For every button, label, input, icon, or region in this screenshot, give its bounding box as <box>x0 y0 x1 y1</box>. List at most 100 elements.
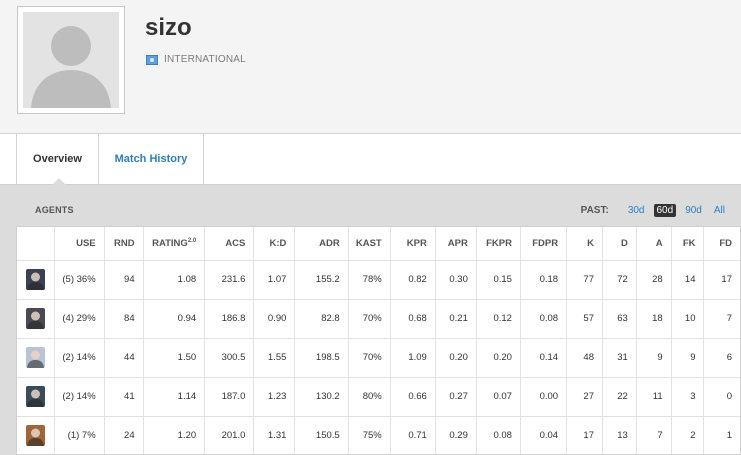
table-row: (2) 14% 41 1.14 187.0 1.23 130.2 80% 0.66 0.27 0.… <box>17 377 740 417</box>
table-row: (2) 14% 44 1.50 300.5 1.55 198.5 70% 1.09 0.20 0.… <box>17 338 740 378</box>
cell-kast: 70% <box>348 299 391 339</box>
cell-fk: 10 <box>671 299 705 339</box>
col-acs[interactable]: ACS <box>204 227 255 261</box>
col-d[interactable]: D <box>602 227 637 261</box>
cell-rnd: 94 <box>104 260 144 300</box>
cell-rnd: 44 <box>104 338 144 378</box>
col-rating-label: RATING <box>152 237 188 249</box>
col-fk[interactable]: FK <box>671 227 705 261</box>
cell-fk: 9 <box>671 338 705 378</box>
agent-portrait-1-icon <box>26 269 46 290</box>
cell-kast: 75% <box>348 416 391 454</box>
cell-fdpr: 0.00 <box>520 377 568 417</box>
cell-fd: 0 <box>703 377 740 417</box>
cell-use: (1) 7% <box>54 416 105 454</box>
cell-rnd: 41 <box>104 377 144 417</box>
cell-apr: 0.20 <box>435 338 477 378</box>
cell-fdpr: 0.08 <box>520 299 568 339</box>
table-row: (4) 29% 84 0.94 186.8 0.90 82.8 70% 0.68 0.21 0.1… <box>17 299 740 339</box>
cell-fk: 14 <box>671 260 705 300</box>
cell-d: 13 <box>602 416 637 454</box>
player-country: INTERNATIONAL <box>146 54 246 65</box>
cell-d: 31 <box>602 338 637 378</box>
col-fdpr[interactable]: FDPR <box>520 227 568 261</box>
tab-match-history[interactable]: Match History <box>99 134 204 184</box>
cell-fd: 17 <box>703 260 740 300</box>
cell-fdpr: 0.18 <box>520 260 568 300</box>
agent-portrait-4-icon <box>26 386 46 407</box>
agents-section-title: AGENTS <box>35 205 74 215</box>
agent-portrait-2-icon <box>26 308 46 329</box>
cell-kast: 80% <box>348 377 391 417</box>
cell-kd: 0.90 <box>253 299 296 339</box>
filter-30d[interactable]: 30d <box>625 204 648 217</box>
agent-cell <box>17 338 56 378</box>
cell-kpr: 1.09 <box>390 338 436 378</box>
cell-fkpr: 0.20 <box>476 338 521 378</box>
filter-90d[interactable]: 90d <box>682 204 705 217</box>
agent-cell <box>17 299 56 339</box>
cell-d: 72 <box>602 260 637 300</box>
cell-acs: 201.0 <box>204 416 255 454</box>
table-row: (1) 7% 24 1.20 201.0 1.31 150.5 75% 0.71 0.29 0.0… <box>17 416 740 454</box>
col-rnd[interactable]: RND <box>104 227 144 261</box>
cell-rating: 1.14 <box>143 377 206 417</box>
col-use[interactable]: USE <box>54 227 105 261</box>
cell-k: 48 <box>566 338 603 378</box>
cell-k: 77 <box>566 260 603 300</box>
cell-apr: 0.21 <box>435 299 477 339</box>
cell-kpr: 0.82 <box>390 260 436 300</box>
cell-fk: 2 <box>671 416 705 454</box>
rating-version: 2.0 <box>187 237 197 244</box>
cell-rating: 0.94 <box>143 299 206 339</box>
agent-cell <box>17 260 56 300</box>
cell-use: (2) 14% <box>54 338 105 378</box>
flag-icon <box>146 54 158 65</box>
cell-use: (5) 36% <box>54 260 105 300</box>
cell-use: (4) 29% <box>54 299 105 339</box>
cell-fd: 6 <box>703 338 740 378</box>
cell-adr: 150.5 <box>294 416 349 454</box>
cell-acs: 300.5 <box>204 338 255 378</box>
col-a[interactable]: A <box>636 227 672 261</box>
col-apr[interactable]: APR <box>435 227 477 261</box>
time-filter: PAST: 30d 60d 90d All <box>581 204 728 217</box>
col-fkpr[interactable]: FKPR <box>476 227 521 261</box>
cell-rnd: 84 <box>104 299 144 339</box>
time-filter-label: PAST: <box>580 205 609 216</box>
agent-cell <box>17 416 56 454</box>
col-kast[interactable]: KAST <box>348 227 391 261</box>
col-kpr[interactable]: KPR <box>390 227 436 261</box>
cell-a: 7 <box>636 416 672 454</box>
cell-a: 28 <box>636 260 672 300</box>
cell-rating: 1.08 <box>143 260 206 300</box>
cell-adr: 82.8 <box>294 299 349 339</box>
cell-kast: 78% <box>348 260 391 300</box>
cell-a: 18 <box>636 299 672 339</box>
filter-60d[interactable]: 60d <box>653 204 677 217</box>
col-rating[interactable]: RATING2.0 <box>143 227 206 261</box>
col-fd[interactable]: FD <box>703 227 740 261</box>
filter-all[interactable]: All <box>711 204 728 217</box>
col-adr[interactable]: ADR <box>294 227 349 261</box>
cell-kpr: 0.71 <box>390 416 436 454</box>
cell-rnd: 24 <box>104 416 144 454</box>
cell-kd: 1.23 <box>253 377 296 417</box>
avatar-placeholder-icon <box>23 12 119 108</box>
col-kd[interactable]: K:D <box>253 227 296 261</box>
cell-fd: 1 <box>703 416 740 454</box>
cell-d: 22 <box>602 377 637 417</box>
cell-apr: 0.27 <box>435 377 477 417</box>
cell-fkpr: 0.08 <box>476 416 521 454</box>
cell-use: (2) 14% <box>54 377 105 417</box>
cell-a: 9 <box>636 338 672 378</box>
tab-overview[interactable]: Overview <box>16 134 99 184</box>
cell-acs: 187.0 <box>204 377 255 417</box>
cell-fk: 3 <box>671 377 705 417</box>
tab-bar: Overview Match History <box>0 134 741 185</box>
cell-kast: 70% <box>348 338 391 378</box>
agent-portrait-3-icon <box>26 347 46 368</box>
cell-adr: 130.2 <box>294 377 349 417</box>
col-k[interactable]: K <box>566 227 603 261</box>
table-header-row: USE RND RATING2.0 ACS K:D ADR KAST KPR A… <box>17 227 740 261</box>
